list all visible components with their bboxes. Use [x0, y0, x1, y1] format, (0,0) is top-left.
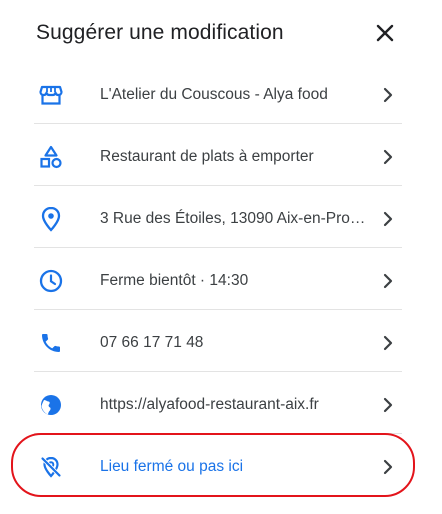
divider — [34, 123, 402, 124]
row-place-closed[interactable]: Lieu fermé ou pas ici — [34, 438, 402, 496]
location-off-icon — [38, 454, 64, 480]
chevron-right-icon — [380, 87, 396, 103]
row-category[interactable]: Restaurant de plats à emporter — [34, 128, 402, 186]
divider — [34, 185, 402, 186]
category-icon — [38, 144, 64, 170]
row-label: Lieu fermé ou pas ici — [100, 458, 244, 475]
chevron-right-icon — [380, 149, 396, 165]
location-pin-icon — [38, 206, 64, 232]
divider — [34, 247, 402, 248]
phone-icon — [38, 330, 64, 356]
row-label: Ferme bientôt · 14:30 — [100, 272, 249, 289]
globe-icon — [38, 392, 64, 418]
row-label: 3 Rue des Étoiles, 13090 Aix-en-Provence — [100, 210, 370, 227]
row-label: L'Atelier du Couscous - Alya food — [100, 86, 328, 103]
chevron-right-icon — [380, 397, 396, 413]
dialog-header: Suggérer une modification — [0, 0, 442, 66]
chevron-right-icon — [380, 211, 396, 227]
clock-icon — [38, 268, 64, 294]
divider — [34, 371, 402, 372]
row-name[interactable]: L'Atelier du Couscous - Alya food — [34, 66, 402, 124]
divider — [34, 433, 402, 434]
row-label: Restaurant de plats à emporter — [100, 148, 314, 165]
row-address[interactable]: 3 Rue des Étoiles, 13090 Aix-en-Provence — [34, 190, 402, 248]
row-phone[interactable]: 07 66 17 71 48 — [34, 314, 402, 372]
close-button[interactable] — [372, 20, 398, 46]
dialog-title: Suggérer une modification — [36, 21, 284, 44]
chevron-right-icon — [380, 335, 396, 351]
row-website[interactable]: https://alyafood-restaurant-aix.fr — [34, 376, 402, 434]
divider — [34, 309, 402, 310]
row-label: 07 66 17 71 48 — [100, 334, 204, 351]
close-icon — [376, 24, 394, 42]
chevron-right-icon — [380, 273, 396, 289]
row-hours[interactable]: Ferme bientôt · 14:30 — [34, 252, 402, 310]
chevron-right-icon — [380, 459, 396, 475]
storefront-icon — [38, 82, 64, 108]
row-label: https://alyafood-restaurant-aix.fr — [100, 396, 319, 413]
